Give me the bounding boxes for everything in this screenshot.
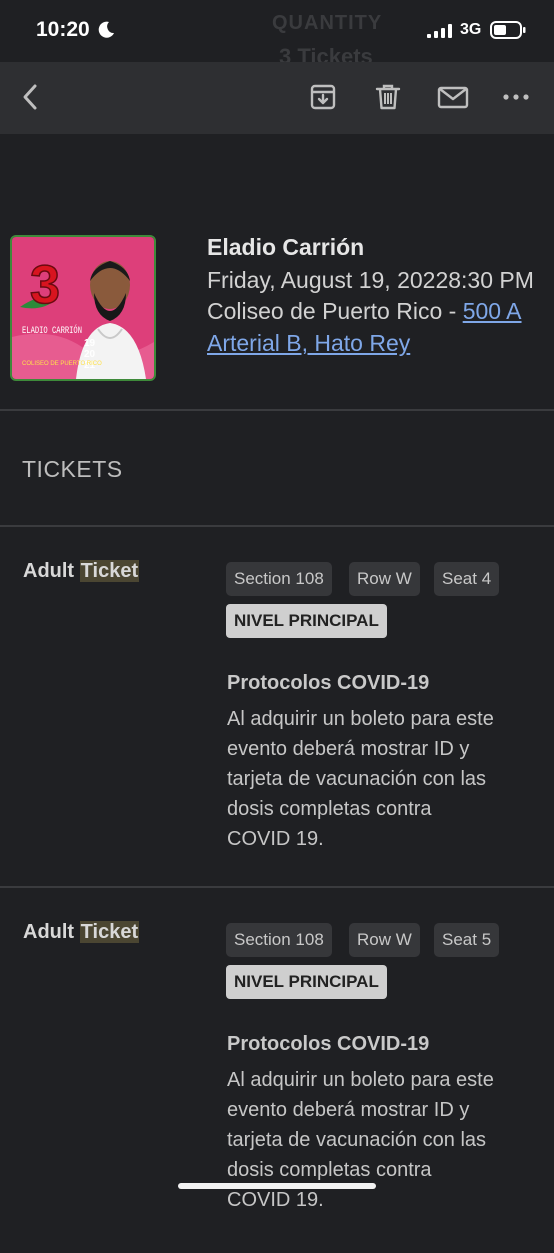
home-indicator[interactable] <box>178 1183 376 1189</box>
poster-artist: ELADIO CARRIÓN <box>22 323 82 337</box>
signal-icon <box>427 24 452 38</box>
network-type: 3G <box>460 21 482 38</box>
section-badge: Section 108 <box>226 562 332 596</box>
level-badge: NIVEL PRINCIPAL <box>226 965 387 999</box>
event-poster-image: 3 ELADIO CARRIÓN 19 20 21 COLISEO DE PUE… <box>10 235 156 381</box>
protocol-line: COVID 19. <box>227 1189 324 1211</box>
seat-badge: Seat 4 <box>434 562 500 596</box>
protocol-body: Al adquirir un boleto para este evento d… <box>227 704 532 854</box>
email-toolbar <box>0 62 554 134</box>
back-icon <box>23 84 37 110</box>
archive-button[interactable] <box>306 80 340 114</box>
venue-address-link[interactable]: 500 A <box>463 298 522 324</box>
more-icon <box>503 94 529 100</box>
protocol-title: Protocolos COVID-19 <box>227 672 430 694</box>
email-content: 3 ELADIO CARRIÓN 19 20 21 COLISEO DE PUE… <box>0 134 554 1211</box>
trash-icon <box>375 84 401 110</box>
event-date: Friday, August 19, 20228:30 PM <box>207 267 534 293</box>
protocol-line: dosis completas contra <box>227 798 432 820</box>
protocol-line: tarjeta de vacunación con las <box>227 768 487 790</box>
venue-address-link-continued[interactable]: Arterial B, Hato Rey <box>207 330 410 357</box>
protocol-line: tarjeta de vacunación con las <box>227 1129 487 1151</box>
protocol-line: evento deberá mostrar ID y <box>227 738 470 760</box>
row-badge: Row W <box>349 923 420 957</box>
venue-name: Coliseo de Puerto Rico - <box>207 298 463 324</box>
ticket-card: Adult Ticket Section 108 Row W Seat 4 NI… <box>0 532 554 892</box>
protocol-title: Protocolos COVID-19 <box>227 1033 430 1055</box>
row-badge: Row W <box>349 562 420 596</box>
moon-icon <box>98 21 114 38</box>
status-time: 10:20 <box>36 18 90 41</box>
event-poster-art: 3 ELADIO CARRIÓN 19 20 21 COLISEO DE PUE… <box>12 237 154 379</box>
archive-icon <box>310 84 336 110</box>
protocol-line: evento deberá mostrar ID y <box>227 1099 470 1121</box>
poster-venue: COLISEO DE PUERTO RICO <box>22 361 102 367</box>
protocol-line: COVID 19. <box>227 828 324 850</box>
ticket-type: Adult Ticket <box>23 921 140 944</box>
poster-number: 3 <box>30 255 60 315</box>
event-title: Eladio Carrión <box>207 234 365 260</box>
ticket-type-highlight: Ticket <box>79 560 140 582</box>
delete-button[interactable] <box>371 80 405 114</box>
status-bar: 10:20 3G <box>0 0 554 62</box>
tickets-heading: TICKETS <box>22 456 123 482</box>
ticket-type-highlight: Ticket <box>79 921 140 943</box>
battery-icon <box>490 21 526 39</box>
divider <box>0 886 554 888</box>
ticket-type: Adult Ticket <box>23 560 140 583</box>
seat-badge: Seat 5 <box>434 923 500 957</box>
protocol-body: Al adquirir un boleto para este evento d… <box>227 1065 532 1215</box>
more-button[interactable] <box>499 80 533 114</box>
ticket-card: Adult Ticket Section 108 Row W Seat 5 NI… <box>0 893 554 1253</box>
divider <box>0 409 554 411</box>
protocol-line: Al adquirir un boleto para este <box>227 708 494 730</box>
ticket-type-label: Adult <box>23 921 80 943</box>
ticket-type-label: Adult <box>23 560 80 582</box>
level-badge: NIVEL PRINCIPAL <box>226 604 387 638</box>
mail-button[interactable] <box>436 80 470 114</box>
divider <box>0 525 554 527</box>
protocol-line: Al adquirir un boleto para este <box>227 1069 494 1091</box>
poster-day-1: 19 <box>84 338 96 349</box>
poster-day-2: 20 <box>84 349 96 360</box>
back-button[interactable] <box>14 80 48 114</box>
section-badge: Section 108 <box>226 923 332 957</box>
protocol-line: dosis completas contra <box>227 1159 432 1181</box>
event-venue: Coliseo de Puerto Rico - 500 A <box>207 298 522 325</box>
mail-icon <box>437 86 469 109</box>
